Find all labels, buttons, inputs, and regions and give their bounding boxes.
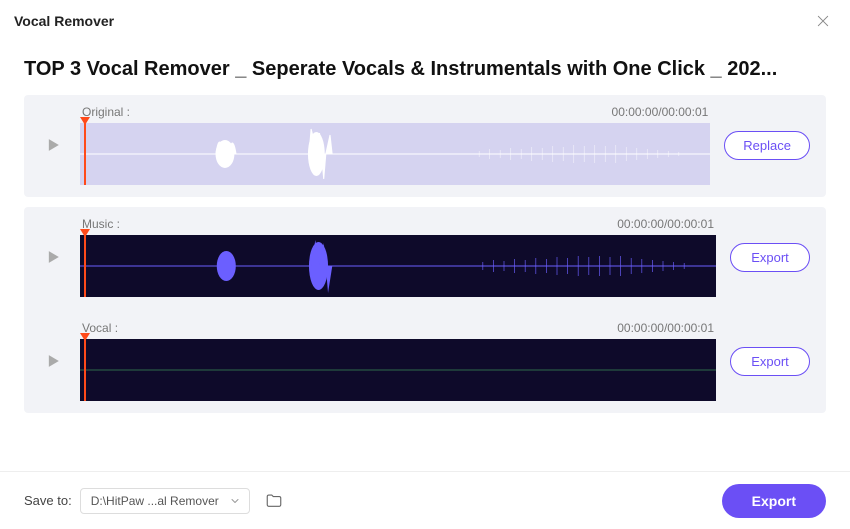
- separated-panel: Music : 00:00:00/00:00:01: [24, 207, 826, 413]
- music-waveform[interactable]: [80, 235, 716, 297]
- vocal-track-time: 00:00:00/00:00:01: [617, 321, 714, 335]
- vocal-waveform[interactable]: [80, 339, 716, 401]
- close-button[interactable]: [810, 8, 836, 34]
- waveform-graphic: [80, 235, 716, 297]
- original-track-body: Original : 00:00:00/00:00:01: [80, 105, 710, 185]
- page-title: TOP 3 Vocal Remover _ Seperate Vocals & …: [0, 40, 850, 95]
- music-export-button[interactable]: Export: [730, 243, 810, 272]
- music-track-time: 00:00:00/00:00:01: [617, 217, 714, 231]
- save-to-label: Save to:: [24, 493, 72, 508]
- original-panel: Original : 00:00:00/00:00:01: [24, 95, 826, 197]
- waveform-graphic: [80, 123, 710, 185]
- music-track-body: Music : 00:00:00/00:00:01: [80, 217, 716, 297]
- folder-icon: [265, 492, 283, 510]
- vocal-track-body: Vocal : 00:00:00/00:00:01: [80, 321, 716, 401]
- chevron-down-icon: [229, 495, 241, 507]
- playhead-marker[interactable]: [80, 333, 90, 341]
- vocal-track-row: Vocal : 00:00:00/00:00:01 Export: [40, 321, 810, 401]
- original-play-button[interactable]: [40, 132, 66, 158]
- waveform-graphic: [80, 339, 716, 401]
- vocal-export-button[interactable]: Export: [730, 347, 810, 376]
- music-track-row: Music : 00:00:00/00:00:01: [40, 217, 810, 297]
- save-path-select[interactable]: D:\HitPaw ...al Remover: [80, 488, 250, 514]
- playhead-line: [84, 339, 86, 401]
- playhead-marker[interactable]: [80, 229, 90, 237]
- export-button[interactable]: Export: [722, 484, 826, 518]
- playhead-line: [84, 123, 86, 185]
- save-path-text: D:\HitPaw ...al Remover: [91, 494, 219, 508]
- playhead-marker[interactable]: [80, 117, 90, 125]
- vocal-track-header: Vocal : 00:00:00/00:00:01: [80, 321, 716, 335]
- titlebar: Vocal Remover: [0, 0, 850, 40]
- play-icon: [43, 135, 63, 155]
- window-title: Vocal Remover: [14, 13, 114, 29]
- vocal-play-button[interactable]: [40, 348, 66, 374]
- original-track-time: 00:00:00/00:00:01: [612, 105, 709, 119]
- music-play-button[interactable]: [40, 244, 66, 270]
- original-track-header: Original : 00:00:00/00:00:01: [80, 105, 710, 119]
- close-icon: [815, 13, 831, 29]
- original-waveform[interactable]: [80, 123, 710, 185]
- replace-button[interactable]: Replace: [724, 131, 810, 160]
- original-track-row: Original : 00:00:00/00:00:01: [40, 105, 810, 185]
- open-folder-button[interactable]: [260, 487, 288, 515]
- footer-bar: Save to: D:\HitPaw ...al Remover Export: [0, 471, 850, 529]
- play-icon: [43, 247, 63, 267]
- playhead-line: [84, 235, 86, 297]
- play-icon: [43, 351, 63, 371]
- music-track-header: Music : 00:00:00/00:00:01: [80, 217, 716, 231]
